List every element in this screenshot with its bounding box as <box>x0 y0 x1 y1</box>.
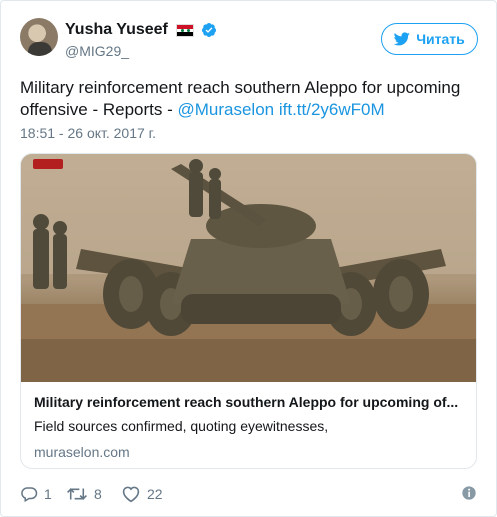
verified-icon <box>201 23 216 37</box>
channel-logo <box>33 159 63 169</box>
card-description: Field sources confirmed, quoting eyewitn… <box>34 418 329 434</box>
flag-icon <box>176 24 194 37</box>
card-domain: muraselon.com <box>34 444 130 460</box>
user-handle[interactable]: @MIG29_ <box>65 43 129 59</box>
retweet-button[interactable]: 8 <box>66 485 102 503</box>
read-button[interactable]: Читать <box>381 23 478 55</box>
action-bar: 1 8 22 <box>20 485 480 505</box>
like-button[interactable]: 22 <box>121 485 163 503</box>
reply-icon <box>21 487 38 503</box>
twitter-bird-icon <box>394 32 410 46</box>
reply-button[interactable]: 1 <box>20 485 52 503</box>
user-name[interactable]: Yusha Yuseef <box>65 21 168 39</box>
card-title: Military reinforcement reach southern Al… <box>34 394 459 410</box>
retweet-icon <box>67 488 87 500</box>
read-button-label: Читать <box>416 31 465 47</box>
tweet-text: Military reinforcement reach southern Al… <box>20 77 480 121</box>
reply-count: 1 <box>44 486 52 502</box>
like-icon <box>122 486 140 503</box>
tweet-embed: Yusha Yuseef @MIG29_ Читать Military rei… <box>0 0 497 517</box>
timestamp[interactable]: 18:51 - 26 окт. 2017 г. <box>20 125 156 141</box>
info-icon <box>462 486 476 500</box>
card-image <box>21 154 476 382</box>
info-button[interactable] <box>461 485 477 501</box>
link-card[interactable]: Military reinforcement reach southern Al… <box>20 153 477 469</box>
avatar[interactable] <box>20 18 58 56</box>
like-count: 22 <box>147 486 163 502</box>
mention-link[interactable]: @Muraselon <box>177 100 274 119</box>
short-link[interactable]: ift.tt/2y6wF0M <box>279 100 385 119</box>
retweet-count: 8 <box>94 486 102 502</box>
